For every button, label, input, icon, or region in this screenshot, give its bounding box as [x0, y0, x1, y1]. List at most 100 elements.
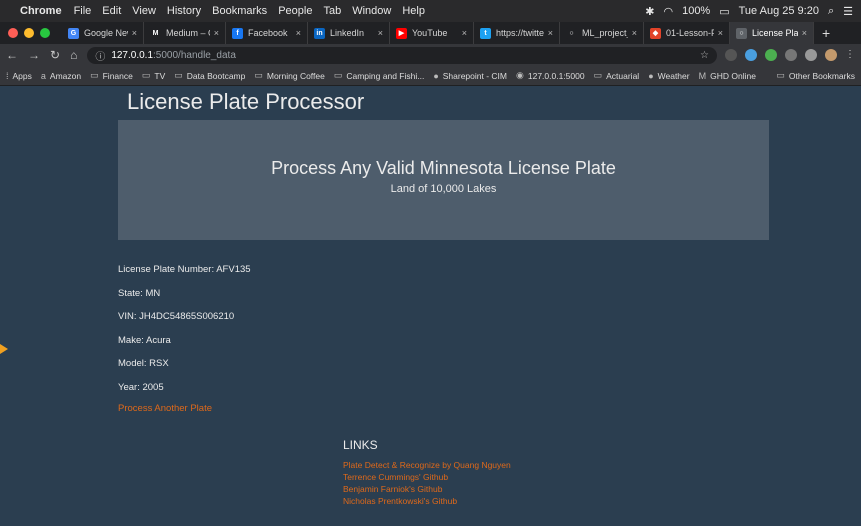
bookmark-label: Finance: [102, 70, 133, 81]
folder-icon: ▭: [776, 70, 785, 80]
tab-favicon-icon: ▶: [396, 27, 407, 39]
tab-close-icon[interactable]: ×: [632, 28, 637, 38]
folder-icon: ▭: [593, 70, 603, 80]
bookmark-9[interactable]: ▭ Actuarial: [594, 70, 640, 81]
zoom-window-button[interactable]: [40, 28, 50, 38]
link-benjamin-github[interactable]: Benjamin Farniok's Github: [343, 483, 518, 495]
more-menu-icon[interactable]: ⋮: [845, 49, 855, 61]
bookmark-10[interactable]: ● Weather: [648, 71, 689, 81]
bookmark-8[interactable]: ◉ 127.0.0.1:5000: [516, 70, 585, 81]
reload-icon[interactable]: ↻: [50, 48, 60, 62]
home-icon[interactable]: ⌂: [70, 48, 77, 62]
bluetooth-icon[interactable]: ✱: [645, 5, 654, 18]
bookmark-1[interactable]: a Amazon: [41, 71, 81, 81]
wifi-icon[interactable]: ◠: [663, 5, 673, 18]
puzzle-icon[interactable]: [805, 49, 817, 61]
weather-icon: ●: [648, 70, 654, 81]
menu-edit[interactable]: Edit: [102, 5, 121, 17]
bookmark-list: ⁞ Apps a Amazon ▭ Finance ▭ TV ▭ Data Bootcamp ▭ Mo…: [6, 70, 765, 81]
info-icon[interactable]: ⓘ: [95, 48, 105, 63]
battery-percent[interactable]: 100%: [682, 5, 710, 17]
tab-close-icon[interactable]: ×: [548, 28, 553, 38]
profile-avatar[interactable]: [825, 49, 837, 61]
menu-people[interactable]: People: [278, 5, 312, 17]
pointer-arrow-icon: [0, 344, 8, 354]
extension-icon[interactable]: [785, 49, 797, 61]
menu-bookmarks[interactable]: Bookmarks: [212, 5, 267, 17]
menu-window[interactable]: Window: [352, 5, 391, 17]
bookmark-0[interactable]: ⁞ Apps: [6, 71, 32, 81]
tab-close-icon[interactable]: ×: [462, 28, 467, 38]
folder-icon: ▭: [254, 70, 263, 80]
tab-close-icon[interactable]: ×: [802, 28, 807, 38]
bookmark-label: Morning Coffee: [266, 70, 325, 81]
tab-label: YouTube: [412, 28, 448, 38]
bookmark-5[interactable]: ▭ Morning Coffee: [254, 70, 324, 81]
tab-favicon-icon: in: [314, 27, 325, 39]
tab-favicon-icon: M: [150, 27, 161, 39]
tab-4[interactable]: ▶ YouTube ×: [390, 22, 474, 44]
bookmark-label: 127.0.0.1:5000: [527, 70, 585, 81]
tab-0[interactable]: G Google News ×: [62, 22, 144, 44]
spotlight-icon[interactable]: ⌕: [828, 5, 834, 18]
process-another-link[interactable]: Process Another Plate: [118, 403, 212, 414]
menu-tab[interactable]: Tab: [323, 5, 341, 17]
tab-7[interactable]: ◆ 01-Lesson-P ×: [644, 22, 730, 44]
tab-close-icon[interactable]: ×: [214, 28, 219, 38]
tab-close-icon[interactable]: ×: [296, 28, 301, 38]
bookmark-11[interactable]: M GHD Online: [699, 71, 756, 81]
battery-icon[interactable]: ▭: [719, 5, 729, 18]
tab-label: Facebook: [248, 28, 288, 38]
tab-5[interactable]: t https://twitte ×: [474, 22, 560, 44]
bookmark-4[interactable]: ▭ Data Bootcamp: [174, 70, 245, 81]
tab-strip: G Google News × M Medium – Ge × f Facebook × in Li…: [0, 22, 861, 44]
bookmark-2[interactable]: ▭ Finance: [90, 70, 133, 81]
address-bar[interactable]: ⓘ 127.0.0.1 :5000/handle_data ☆: [87, 46, 717, 64]
link-nicholas-github[interactable]: Nicholas Prentkowski's Github: [343, 495, 518, 507]
tab-close-icon[interactable]: ×: [718, 28, 723, 38]
forward-icon[interactable]: →: [28, 48, 40, 62]
new-tab-button[interactable]: +: [814, 25, 838, 41]
tab-favicon-icon: ○: [566, 27, 577, 39]
jumbotron: Process Any Valid Minnesota License Plat…: [118, 120, 769, 240]
menu-history[interactable]: History: [167, 5, 201, 17]
clock[interactable]: Tue Aug 25 9:20: [739, 5, 819, 17]
tab-close-icon[interactable]: ×: [132, 28, 137, 38]
status-area: ✱ ◠ 100% ▭ Tue Aug 25 9:20 ⌕ ☰: [645, 5, 853, 18]
bookmark-other[interactable]: ▭ Other Bookmarks: [776, 70, 855, 81]
tab-favicon-icon: t: [480, 27, 491, 39]
bookmark-7[interactable]: ● Sharepoint - CIM: [433, 71, 507, 81]
tab-6[interactable]: ○ ML_project_ ×: [560, 22, 644, 44]
back-icon[interactable]: ←: [6, 48, 18, 62]
page-title[interactable]: License Plate Processor: [127, 89, 364, 115]
tab-label: License Plate: [752, 28, 798, 38]
bookmark-other-label: Other Bookmarks: [788, 70, 855, 81]
tab-close-icon[interactable]: ×: [378, 28, 383, 38]
menu-file[interactable]: File: [74, 5, 92, 17]
menu-view[interactable]: View: [132, 5, 156, 17]
bookmark-3[interactable]: ▭ TV: [142, 70, 165, 81]
extension-icon[interactable]: [765, 49, 777, 61]
tab-favicon-icon: f: [232, 27, 243, 39]
bookmark-6[interactable]: ▭ Camping and Fishi...: [334, 70, 424, 81]
tab-2[interactable]: f Facebook ×: [226, 22, 308, 44]
tab-1[interactable]: M Medium – Ge ×: [144, 22, 226, 44]
globe-icon: ◉: [516, 70, 524, 80]
link-terrence-github[interactable]: Terrence Cummings' Github: [343, 471, 518, 483]
bookmark-label: Apps: [12, 70, 32, 81]
extension-icon[interactable]: [725, 49, 737, 61]
extension-icon[interactable]: [745, 49, 757, 61]
bookmark-star-icon[interactable]: ☆: [700, 50, 709, 61]
minimize-window-button[interactable]: [24, 28, 34, 38]
menu-help[interactable]: Help: [402, 5, 425, 17]
plate-make: Make: Acura: [118, 334, 171, 346]
plate-number: License Plate Number: AFV135: [118, 264, 251, 275]
tab-8[interactable]: ○ License Plate ×: [730, 22, 814, 44]
tab-favicon-icon: G: [68, 27, 79, 39]
link-quang-nguyen[interactable]: Plate Detect & Recognize by Quang Nguyen: [343, 459, 518, 471]
close-window-button[interactable]: [8, 28, 18, 38]
tab-3[interactable]: in LinkedIn ×: [308, 22, 390, 44]
control-center-icon[interactable]: ☰: [843, 5, 853, 18]
plate-info: License Plate Number: AFV135 State: MN V…: [118, 264, 251, 405]
menu-app-name[interactable]: Chrome: [20, 5, 62, 17]
